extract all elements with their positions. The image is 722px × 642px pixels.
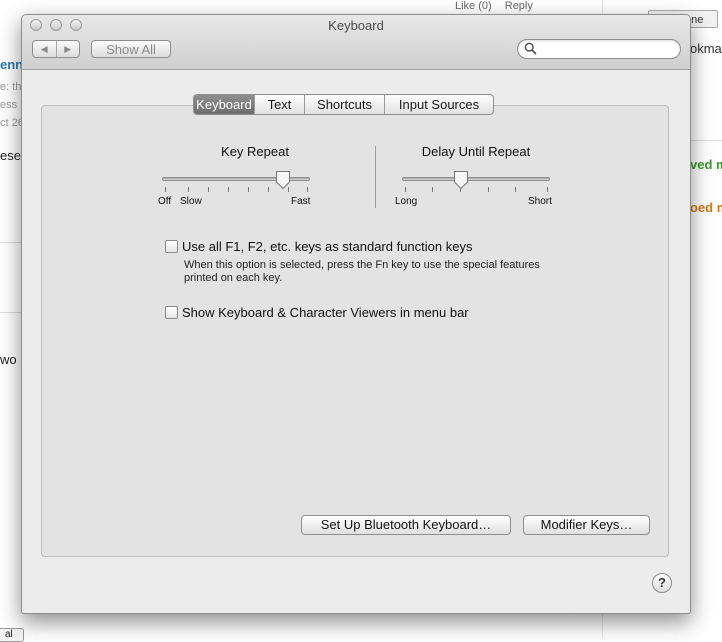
background-body-text: ese	[0, 148, 21, 163]
background-meta-text: e: th	[0, 81, 22, 93]
keyboard-settings-panel: Key Repeat Off Slow Fast Delay Until Rep…	[41, 105, 669, 557]
set-up-bluetooth-keyboard-button[interactable]: Set Up Bluetooth Keyboard…	[301, 515, 511, 535]
slider-tick	[188, 187, 189, 192]
window-titlebar[interactable]: Keyboard ◀ ▶ Show All	[22, 15, 690, 70]
fn-keys-label[interactable]: Use all F1, F2, etc. keys as standard fu…	[182, 239, 472, 254]
background-orange-text: oed m	[690, 200, 722, 215]
key-repeat-knob[interactable]	[275, 170, 291, 190]
fast-label: Fast	[291, 196, 311, 207]
slider-tick	[228, 187, 229, 192]
slider-tick	[208, 187, 209, 192]
search-input[interactable]	[540, 41, 674, 59]
short-label: Short	[528, 196, 552, 207]
slider-tick	[547, 187, 548, 192]
off-label: Off	[158, 196, 172, 207]
like-link[interactable]: Like (0)	[455, 0, 492, 12]
background-author-link[interactable]: enn	[0, 57, 23, 72]
delay-until-repeat-track[interactable]	[402, 177, 550, 181]
slider-tick	[268, 187, 269, 192]
slider-tick	[165, 187, 166, 192]
background-action-bar: Like (0) Reply	[455, 0, 543, 12]
fn-keys-checkbox[interactable]	[165, 240, 178, 253]
tab-input-sources[interactable]: Input Sources	[385, 95, 493, 114]
resize-grip-icon[interactable]	[562, 611, 574, 614]
help-button[interactable]: ?	[652, 573, 672, 593]
long-label: Long	[395, 196, 418, 207]
show-viewers-checkbox[interactable]	[165, 306, 178, 319]
forward-arrow-icon[interactable]: ▶	[57, 41, 80, 57]
background-divider	[0, 312, 21, 313]
background-bookmark-text: okma	[690, 41, 722, 56]
slow-label: Slow	[180, 196, 202, 207]
modifier-keys-button[interactable]: Modifier Keys…	[523, 515, 650, 535]
slider-tick	[248, 187, 249, 192]
keyboard-preferences-window: Keyboard ◀ ▶ Show All Keyboard Text Shor…	[21, 14, 691, 614]
back-arrow-icon[interactable]: ◀	[33, 41, 57, 57]
key-repeat-title: Key Repeat	[221, 144, 289, 159]
slider-tick	[432, 187, 433, 192]
reply-link[interactable]: Reply	[505, 0, 533, 12]
background-bottom-button[interactable]: al	[0, 628, 24, 642]
tab-text[interactable]: Text	[255, 95, 305, 114]
tab-keyboard[interactable]: Keyboard	[194, 95, 255, 114]
show-viewers-label[interactable]: Show Keyboard & Character Viewers in men…	[182, 305, 469, 320]
slider-tick	[405, 187, 406, 192]
tab-shortcuts[interactable]: Shortcuts	[305, 95, 385, 114]
search-icon	[524, 42, 537, 55]
background-meta-text: ess	[0, 99, 18, 111]
background-divider	[0, 242, 21, 243]
slider-separator	[375, 146, 376, 208]
show-all-button[interactable]: Show All	[91, 40, 171, 58]
background-green-text: ved m	[690, 157, 722, 172]
preference-tabs: Keyboard Text Shortcuts Input Sources	[193, 94, 494, 115]
slider-tick	[307, 187, 308, 192]
fn-keys-help-text: When this option is selected, press the …	[184, 259, 540, 284]
background-body-text: wo	[0, 352, 17, 367]
slider-tick	[488, 187, 489, 192]
slider-tick	[515, 187, 516, 192]
back-forward-control[interactable]: ◀ ▶	[32, 40, 80, 58]
background-divider	[690, 140, 722, 141]
delay-until-repeat-knob[interactable]	[453, 170, 469, 190]
delay-until-repeat-title: Delay Until Repeat	[421, 144, 531, 159]
search-field[interactable]	[517, 39, 681, 59]
window-title: Keyboard	[328, 18, 384, 33]
